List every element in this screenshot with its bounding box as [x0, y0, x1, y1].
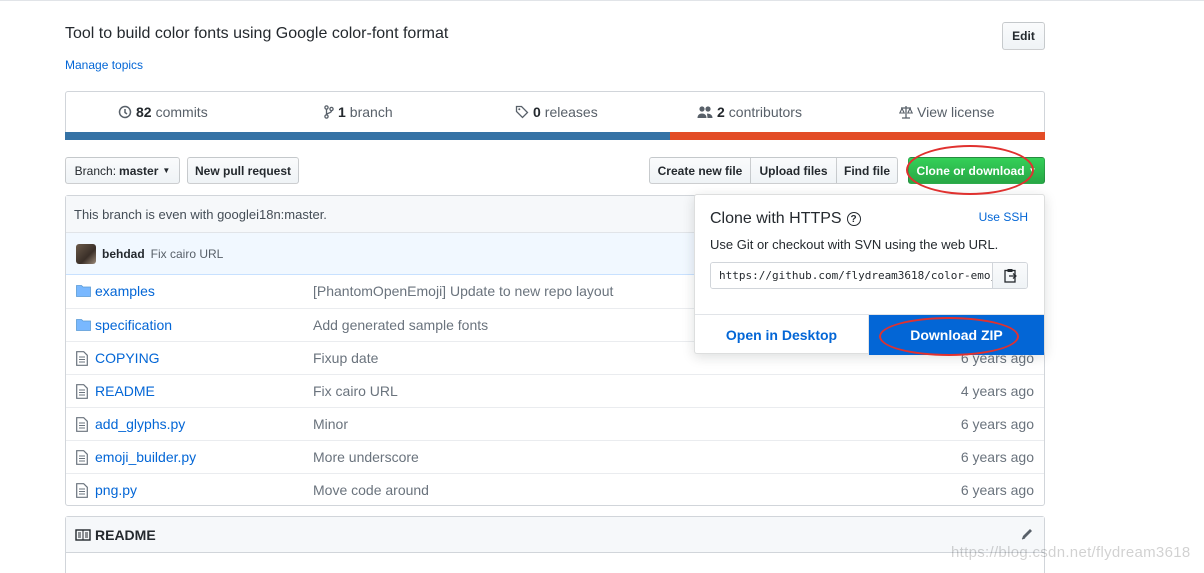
file-icon: [76, 450, 88, 465]
open-in-desktop-button[interactable]: Open in Desktop: [695, 315, 869, 355]
language-bar[interactable]: [65, 132, 1045, 140]
file-icon: [76, 417, 88, 432]
file-actions-group: Create new file Upload files Find file: [649, 157, 898, 184]
clone-label: Clone or download: [916, 163, 1025, 178]
tag-icon: [515, 105, 529, 119]
file-commit-message[interactable]: Move code around: [313, 482, 429, 498]
file-name[interactable]: emoji_builder.py: [95, 449, 196, 465]
folder-icon: [76, 319, 91, 331]
file-age: 6 years ago: [960, 416, 1034, 432]
file-name[interactable]: png.py: [95, 482, 137, 498]
license-link[interactable]: View license: [899, 104, 995, 120]
clone-url-field: [710, 262, 1028, 289]
branch-name: master: [119, 163, 159, 178]
watermark-text: https://blog.csdn.net/flydream3618: [951, 544, 1191, 561]
file-icon: [76, 351, 88, 366]
file-commit-message[interactable]: Fixup date: [313, 350, 378, 366]
file-row: add_glyphs.py Minor 6 years ago: [66, 407, 1044, 440]
language-python-segment: [65, 132, 670, 140]
commits-count: 82: [136, 104, 152, 120]
file-name[interactable]: add_glyphs.py: [95, 416, 185, 432]
new-pull-request-button[interactable]: New pull request: [187, 157, 299, 184]
popover-caret: [1000, 186, 1016, 194]
branch-prefix: Branch:: [74, 163, 117, 178]
clone-url-input[interactable]: [711, 263, 993, 288]
clone-popover: Clone with HTTPS ? Use SSH Use Git or ch…: [694, 194, 1045, 355]
file-name[interactable]: examples: [95, 283, 155, 299]
clone-title: Clone with HTTPS ?: [710, 210, 861, 228]
commits-label: commits: [155, 104, 208, 120]
download-zip-button[interactable]: Download ZIP: [869, 315, 1044, 355]
file-commit-message[interactable]: More underscore: [313, 449, 419, 465]
book-icon: [75, 528, 91, 541]
clipboard-icon: [1003, 269, 1017, 283]
file-row: png.py Move code around 6 years ago: [66, 473, 1044, 506]
readme-header: README: [66, 517, 1044, 553]
file-commit-message[interactable]: Add generated sample fonts: [313, 317, 488, 333]
clone-or-download-button[interactable]: Clone or download ▼: [908, 157, 1045, 184]
branch-select-button[interactable]: Branch: master ▼: [65, 157, 180, 184]
commit-author[interactable]: behdad: [102, 247, 145, 261]
file-icon: [76, 384, 88, 399]
manage-topics-link[interactable]: Manage topics: [65, 58, 143, 72]
language-html-segment: [670, 132, 1045, 140]
commits-link[interactable]: 82 commits: [118, 104, 208, 120]
edit-description-button[interactable]: Edit: [1002, 22, 1045, 50]
contributors-link[interactable]: 2 contributors: [697, 104, 802, 120]
clone-subtitle: Use Git or checkout with SVN using the w…: [710, 237, 999, 252]
file-commit-message[interactable]: [PhantomOpenEmoji] Update to new repo la…: [313, 283, 613, 299]
file-name[interactable]: specification: [95, 317, 172, 333]
file-row: README Fix cairo URL 4 years ago: [66, 374, 1044, 407]
branch-icon: [324, 105, 334, 119]
license-label: View license: [917, 104, 995, 120]
clone-title-text: Clone with HTTPS: [710, 210, 842, 227]
folder-icon: [76, 285, 91, 297]
create-new-file-button[interactable]: Create new file: [649, 157, 751, 184]
people-icon: [697, 106, 713, 118]
readme-title: README: [95, 526, 156, 543]
caret-down-icon: ▼: [162, 166, 171, 175]
releases-label: releases: [544, 104, 598, 120]
commit-message[interactable]: Fix cairo URL: [151, 247, 224, 261]
readme-panel: README: [65, 516, 1045, 573]
find-file-button[interactable]: Find file: [836, 157, 898, 184]
branches-label: branch: [349, 104, 393, 120]
file-row: emoji_builder.py More underscore 6 years a…: [66, 440, 1044, 473]
avatar[interactable]: [76, 243, 96, 264]
branches-link[interactable]: 1 branch: [324, 104, 393, 120]
caret-down-icon: ▼: [1028, 166, 1037, 175]
file-name[interactable]: README: [95, 383, 155, 399]
question-icon[interactable]: ?: [846, 212, 861, 226]
repo-description: Tool to build color fonts using Google c…: [65, 25, 449, 42]
releases-link[interactable]: 0 releases: [515, 104, 598, 120]
branches-count: 1: [338, 104, 346, 120]
file-commit-message[interactable]: Fix cairo URL: [313, 383, 398, 399]
copy-url-button[interactable]: [992, 263, 1027, 288]
upload-files-button[interactable]: Upload files: [750, 157, 837, 184]
file-age: 6 years ago: [960, 449, 1034, 465]
contributors-count: 2: [717, 104, 725, 120]
pencil-icon[interactable]: [1020, 527, 1034, 541]
history-icon: [118, 105, 132, 119]
top-divider: [0, 0, 1204, 1]
law-icon: [899, 106, 913, 119]
use-ssh-link[interactable]: Use SSH: [979, 210, 1028, 224]
file-commit-message[interactable]: Minor: [313, 416, 348, 432]
file-age: 4 years ago: [960, 383, 1034, 399]
file-icon: [76, 483, 88, 498]
popover-actions: Open in Desktop Download ZIP: [695, 314, 1044, 355]
file-age: 6 years ago: [960, 482, 1034, 498]
releases-count: 0: [533, 104, 541, 120]
contributors-label: contributors: [728, 104, 802, 120]
file-name[interactable]: COPYING: [95, 350, 160, 366]
